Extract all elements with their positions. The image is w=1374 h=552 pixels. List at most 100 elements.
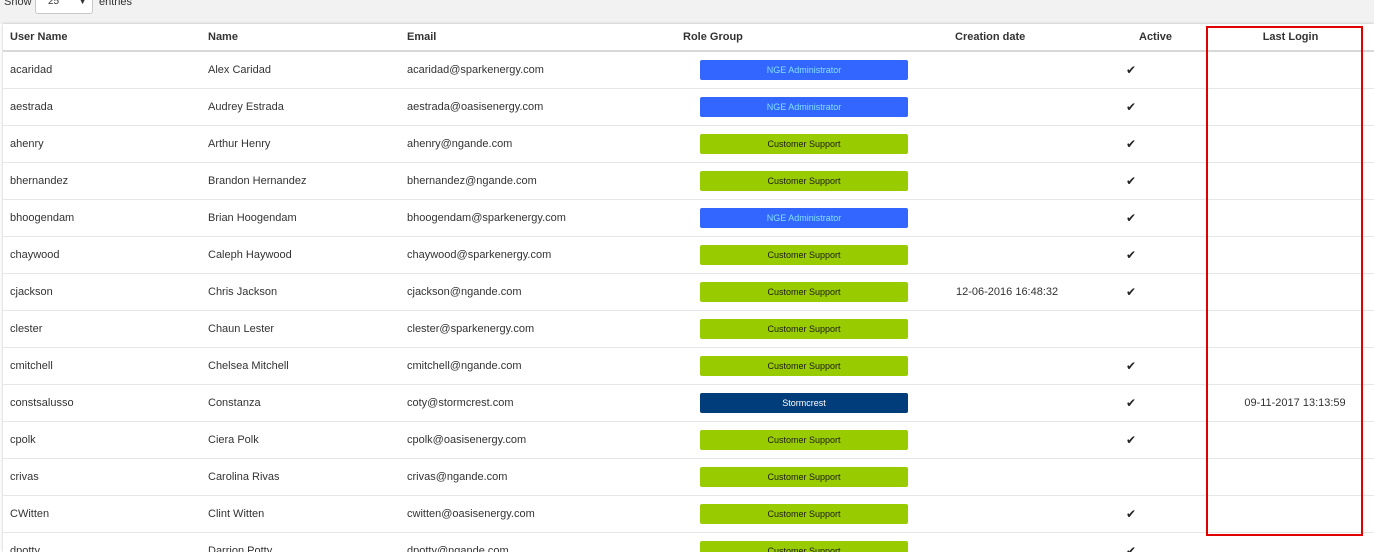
cell-active: ✔ [1126,125,1209,163]
cell-name: Chelsea Mitchell [201,347,400,385]
cell-last-login [1209,421,1374,459]
cell-role-group: Customer Support [672,125,944,163]
cell-email: cpolk@oasisenergy.com [400,421,672,459]
cell-creation-date [944,347,1126,385]
role-group-badge: Customer Support [700,504,908,524]
active-check-icon: ✔ [1126,63,1137,77]
cell-email: ahenry@ngande.com [400,125,672,163]
cell-role-group: Customer Support [672,495,944,533]
table-row[interactable]: cpolk Ciera Polk cpolk@oasisenergy.com Cust… [3,421,1374,459]
cell-role-group: Customer Support [672,162,944,200]
table-body: acaridad Alex Caridad acaridad@sparkenergy… [3,51,1374,552]
cell-email: coty@stormcrest.com [400,384,672,422]
cell-active: ✔ [1126,532,1209,552]
role-group-badge: NGE Administrator [700,97,908,117]
active-check-icon: ✔ [1126,433,1137,447]
column-header-last-login[interactable]: Last Login [1209,24,1374,52]
chevron-down-icon: ▼ [78,0,87,6]
role-group-badge: Customer Support [700,430,908,450]
cell-last-login: 09-11-2017 13:13:59 [1209,384,1374,422]
cell-name: Caleph Haywood [201,236,400,274]
cell-last-login [1209,273,1374,311]
cell-active [1126,310,1209,348]
cell-active: ✔ [1126,421,1209,459]
column-header-name[interactable]: Name [201,24,400,52]
table-row[interactable]: crivas Carolina Rivas crivas@ngande.com Cus… [3,458,1374,496]
column-header-active[interactable]: Active [1126,24,1209,52]
cell-email: bhoogendam@sparkenergy.com [400,199,672,237]
cell-creation-date [944,162,1126,200]
role-group-badge: Customer Support [700,541,908,552]
cell-last-login [1209,347,1374,385]
column-header-creation-date[interactable]: Creation date [944,24,1126,52]
active-check-icon: ✔ [1126,359,1137,373]
cell-username: CWitten [3,495,201,533]
table-row[interactable]: cjackson Chris Jackson cjackson@ngande.com… [3,273,1374,311]
cell-last-login [1209,310,1374,348]
cell-username: bhernandez [3,162,201,200]
role-group-badge: Customer Support [700,245,908,265]
cell-email: crivas@ngande.com [400,458,672,496]
cell-username: aestrada [3,88,201,126]
active-check-icon: ✔ [1126,100,1137,114]
active-check-icon: ✔ [1126,174,1137,188]
cell-role-group: Customer Support [672,421,944,459]
cell-email: aestrada@oasisenergy.com [400,88,672,126]
column-header-email[interactable]: Email [400,24,672,52]
cell-name: Clint Witten [201,495,400,533]
cell-email: cjackson@ngande.com [400,273,672,311]
cell-active [1126,458,1209,496]
cell-creation-date [944,125,1126,163]
table-row[interactable]: bhoogendam Brian Hoogendam bhoogendam@spar… [3,199,1374,237]
cell-last-login [1209,532,1374,552]
cell-username: cpolk [3,421,201,459]
role-group-badge: NGE Administrator [700,208,908,228]
table-header-row: User Name Name Email Role Group Creation… [3,24,1374,52]
cell-role-group: Customer Support [672,458,944,496]
cell-creation-date [944,310,1126,348]
cell-name: Chris Jackson [201,273,400,311]
cell-role-group: Customer Support [672,273,944,311]
cell-name: Audrey Estrada [201,88,400,126]
table-row[interactable]: aestrada Audrey Estrada aestrada@oasisener… [3,88,1374,126]
cell-role-group: Customer Support [672,310,944,348]
cell-creation-date [944,51,1126,89]
table-length-bar: Show 25 ▼ entries [0,0,1374,24]
cell-active: ✔ [1126,51,1209,89]
table-row[interactable]: CWitten Clint Witten cwitten@oasisenergy.c… [3,495,1374,533]
cell-active: ✔ [1126,347,1209,385]
cell-role-group: NGE Administrator [672,199,944,237]
column-header-role-group[interactable]: Role Group [672,24,944,52]
active-check-icon: ✔ [1126,248,1137,262]
column-header-username[interactable]: User Name [3,24,201,52]
table-row[interactable]: clester Chaun Lester clester@sparkenergy.c… [3,310,1374,348]
entries-per-page-select[interactable]: 25 ▼ [35,0,93,14]
cell-last-login [1209,125,1374,163]
table-row[interactable]: chaywood Caleph Haywood chaywood@sparkener… [3,236,1374,274]
table-row[interactable]: acaridad Alex Caridad acaridad@sparkenergy… [3,51,1374,89]
users-table-container: User Name Name Email Role Group Creation… [3,24,1374,552]
role-group-badge: Customer Support [700,319,908,339]
table-row[interactable]: constsalusso Constanza coty@stormcrest.com… [3,384,1374,422]
cell-email: clester@sparkenergy.com [400,310,672,348]
active-check-icon: ✔ [1126,507,1137,521]
cell-active: ✔ [1126,236,1209,274]
cell-creation-date [944,421,1126,459]
cell-email: cmitchell@ngande.com [400,347,672,385]
table-row[interactable]: ahenry Arthur Henry ahenry@ngande.com Custo… [3,125,1374,163]
cell-email: cwitten@oasisenergy.com [400,495,672,533]
cell-name: Brian Hoogendam [201,199,400,237]
active-check-icon: ✔ [1126,396,1137,410]
cell-name: Constanza [201,384,400,422]
table-row[interactable]: bhernandez Brandon Hernandez bhernandez@ng… [3,162,1374,200]
table-row[interactable]: dpotty Darrion Potty dpotty@ngande.com Cust… [3,532,1374,552]
cell-name: Chaun Lester [201,310,400,348]
role-group-badge: NGE Administrator [700,60,908,80]
cell-username: cmitchell [3,347,201,385]
cell-username: acaridad [3,51,201,89]
role-group-badge: Customer Support [700,282,908,302]
cell-username: cjackson [3,273,201,311]
cell-creation-date [944,88,1126,126]
table-row[interactable]: cmitchell Chelsea Mitchell cmitchell@ngand… [3,347,1374,385]
active-check-icon: ✔ [1126,544,1137,552]
